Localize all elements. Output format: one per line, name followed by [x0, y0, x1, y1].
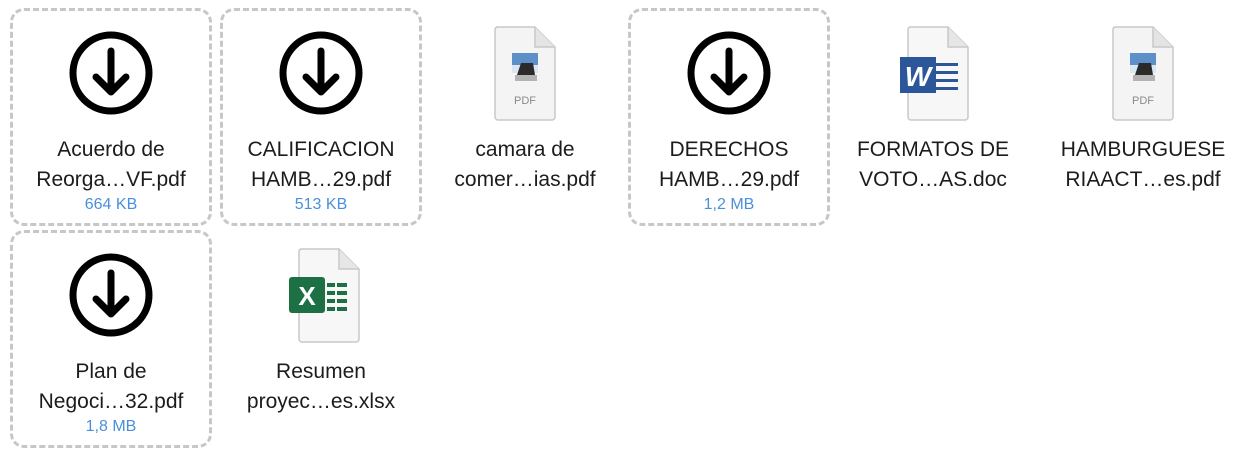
icon-area [223, 11, 419, 135]
icon-area: PDF [1045, 11, 1241, 135]
file-name-line2: RIAACT…es.pdf [1065, 168, 1221, 191]
file-name-line2: HAMB…29.pdf [658, 168, 800, 191]
file-item-camara[interactable]: PDF camara de comer…ias.pdf [424, 8, 626, 226]
file-name-line1: Acuerdo de [57, 138, 165, 161]
file-name-line1: CALIFICACION [247, 138, 395, 161]
file-size: 664 KB [84, 196, 138, 213]
file-name: Plan de Negoci…32.pdf [39, 357, 184, 417]
file-name: HAMBURGUESE RIAACT…es.pdf [1061, 135, 1226, 195]
file-size: 1,8 MB [85, 418, 137, 435]
file-item-calificacion[interactable]: CALIFICACION HAMB…29.pdf 513 KB [220, 8, 422, 226]
word-doc-icon: W [900, 26, 969, 121]
download-circle-icon [687, 31, 771, 115]
icon-area: X [223, 233, 419, 357]
download-circle-icon [69, 253, 153, 337]
file-name-line1: Resumen [276, 360, 366, 383]
pdf-label: PDF [1132, 95, 1154, 107]
file-name-line1: FORMATOS DE [856, 138, 1010, 161]
file-name: CALIFICACION HAMB…29.pdf [247, 135, 394, 195]
file-item-formatos[interactable]: W FORMATOS DE VOTO…AS.doc [832, 8, 1034, 226]
file-name: FORMATOS DE VOTO…AS.doc [857, 135, 1009, 195]
excel-sheet-icon: X [289, 248, 360, 343]
word-letter: W [905, 61, 934, 92]
icon-area [631, 11, 827, 135]
icon-area [13, 233, 209, 357]
icon-area: W [835, 11, 1031, 135]
file-size: 1,2 MB [703, 196, 755, 213]
download-circle-icon [69, 31, 153, 115]
file-name-line2: proyec…es.xlsx [246, 390, 396, 413]
file-name: camara de comer…ias.pdf [454, 135, 595, 195]
file-item-resumen[interactable]: X Resumen proyec…es.xlsx [220, 230, 422, 448]
icon-area: PDF [427, 11, 623, 135]
file-name-line1: HAMBURGUESE [1060, 138, 1226, 161]
file-item-acuerdo[interactable]: Acuerdo de Reorga…VF.pdf 664 KB [10, 8, 212, 226]
file-name: Resumen proyec…es.xlsx [247, 357, 395, 417]
download-circle-icon [279, 31, 363, 115]
file-name: DERECHOS HAMB…29.pdf [659, 135, 799, 195]
pdf-file-icon: PDF [494, 26, 556, 121]
file-name-line1: camara de [475, 138, 575, 161]
pdf-file-icon: PDF [1112, 26, 1174, 121]
file-size: 513 KB [294, 196, 348, 213]
file-item-derechos[interactable]: DERECHOS HAMB…29.pdf 1,2 MB [628, 8, 830, 226]
file-name-line2: Reorga…VF.pdf [36, 168, 186, 191]
file-name-line1: DERECHOS [669, 138, 789, 161]
pdf-label: PDF [514, 95, 536, 107]
file-name-line2: HAMB…29.pdf [250, 168, 392, 191]
file-name: Acuerdo de Reorga…VF.pdf [36, 135, 185, 195]
file-item-plan[interactable]: Plan de Negoci…32.pdf 1,8 MB [10, 230, 212, 448]
file-name-line2: comer…ias.pdf [454, 168, 596, 191]
file-item-hamburguese[interactable]: PDF HAMBURGUESE RIAACT…es.pdf [1042, 8, 1244, 226]
icon-area [13, 11, 209, 135]
excel-letter: X [298, 281, 316, 311]
file-name-line2: Negoci…32.pdf [38, 390, 184, 413]
file-name-line1: Plan de [75, 360, 147, 383]
file-name-line2: VOTO…AS.doc [859, 168, 1007, 191]
